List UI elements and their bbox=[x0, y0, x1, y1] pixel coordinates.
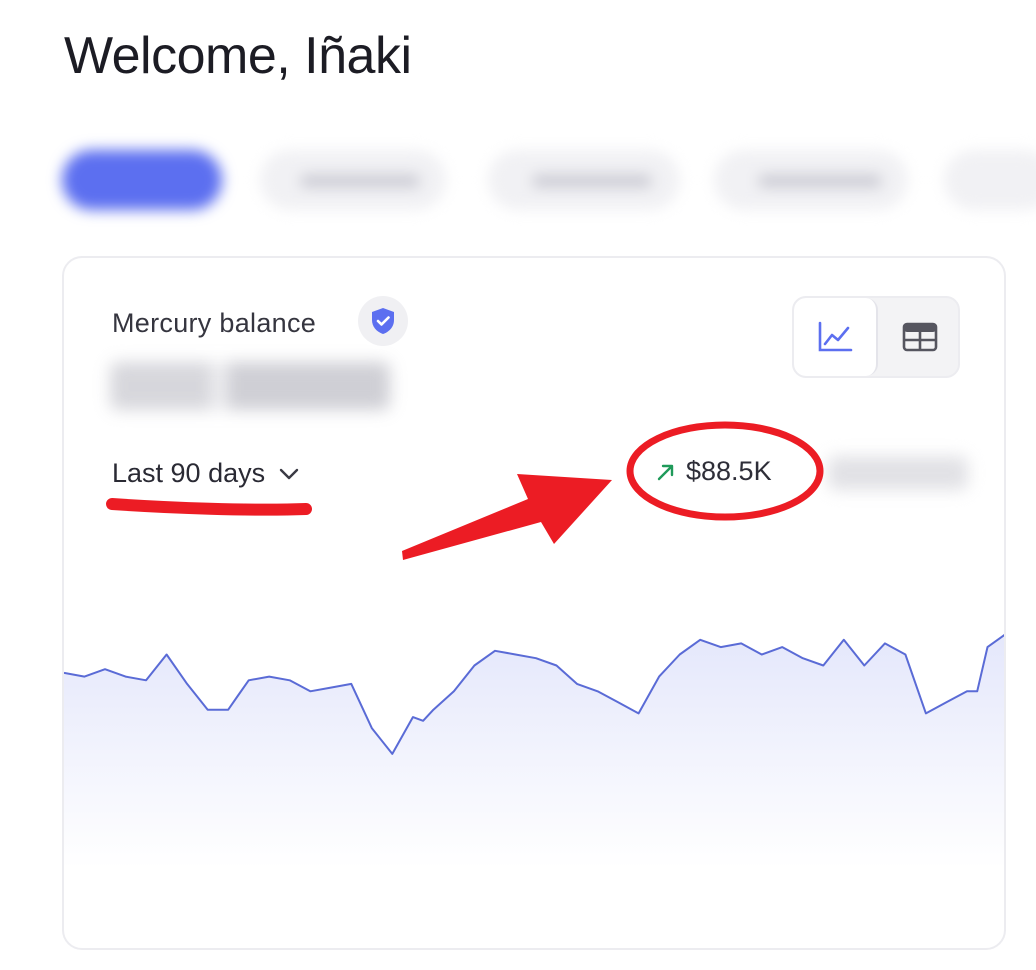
balance-title: Mercury balance bbox=[112, 308, 317, 338]
balance-chart[interactable]: Jan 2Jan 17Feb 1Feb 16Mar 3 bbox=[64, 558, 1006, 898]
shield-check-icon bbox=[372, 308, 394, 334]
tab-strip[interactable] bbox=[52, 140, 1036, 220]
change-value: $88.5K bbox=[686, 456, 772, 486]
balance-amount-redacted bbox=[110, 362, 390, 410]
period-dropdown[interactable]: Last 90 days bbox=[112, 458, 299, 489]
page-title: Welcome, Iñaki bbox=[64, 27, 412, 85]
balance-change: $88.5K bbox=[656, 456, 772, 487]
series-area bbox=[64, 635, 1004, 868]
table-view-button[interactable] bbox=[878, 298, 958, 376]
period-label: Last 90 days bbox=[112, 458, 266, 488]
tab-active[interactable] bbox=[62, 150, 222, 210]
secondary-value-redacted bbox=[828, 456, 968, 490]
line-chart-icon bbox=[818, 321, 853, 352]
tab-5[interactable] bbox=[944, 150, 1036, 210]
tab-4[interactable] bbox=[714, 150, 908, 210]
chart-view-button[interactable] bbox=[794, 298, 878, 376]
arrow-up-right-icon bbox=[657, 464, 674, 480]
balance-card: Mercury balance Last 90 days $88.5K bbox=[62, 256, 1006, 950]
verified-shield-icon[interactable] bbox=[358, 296, 408, 346]
table-icon bbox=[902, 322, 938, 352]
tab-2[interactable] bbox=[260, 150, 446, 210]
chevron-down-icon bbox=[279, 468, 299, 479]
view-toggle[interactable] bbox=[792, 296, 960, 378]
tab-3[interactable] bbox=[488, 150, 680, 210]
